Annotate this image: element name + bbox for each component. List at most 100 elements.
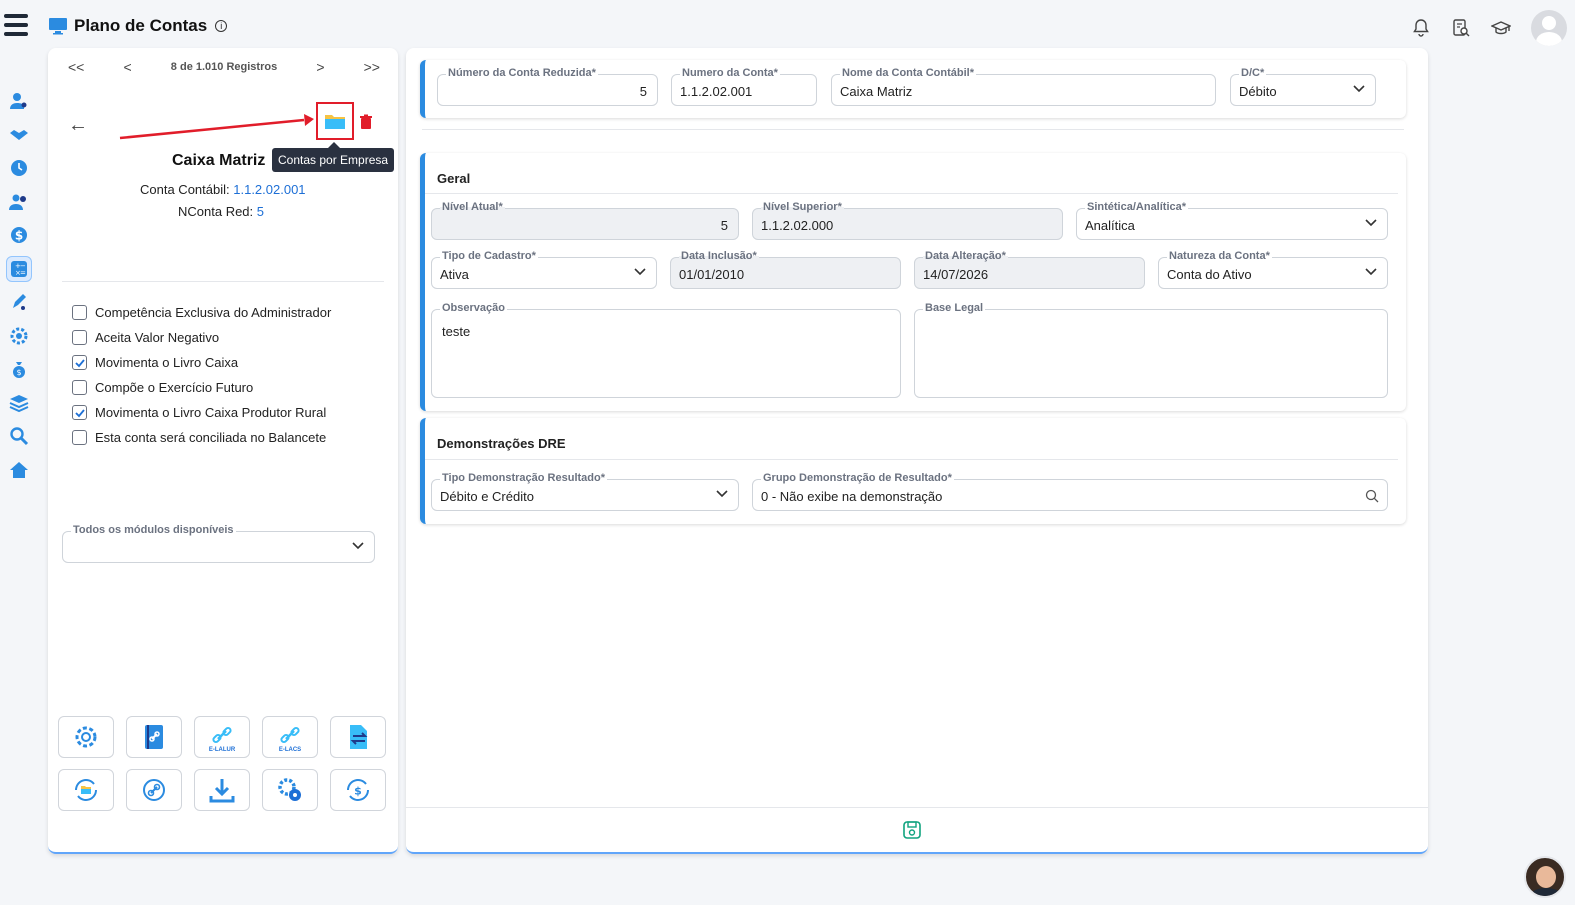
data-inclusao-label: Data Inclusão* [679,250,759,262]
menu-icon[interactable] [4,14,28,40]
conta-reduzida-label: Número da Conta Reduzida* [446,67,598,79]
base-legal-textarea[interactable]: Base Legal [914,302,1388,398]
modules-select[interactable]: Todos os módulos disponíveis [62,524,375,563]
user-avatar[interactable] [1531,10,1567,46]
svg-text:$: $ [15,229,23,243]
save-icon[interactable] [902,820,922,840]
dollar-sync-tool-button[interactable]: $ [330,769,386,811]
pen-icon[interactable] [6,289,32,315]
delete-trash-icon[interactable] [358,114,374,130]
dollar-icon[interactable]: $ [6,222,32,248]
option-checkbox-row[interactable]: Movimenta o Livro Caixa [72,350,331,375]
dre-title: Demonstrações DRE [437,436,566,451]
money-bag-icon[interactable]: $ [6,356,32,382]
sintetica-analitica-select[interactable]: Sintética/Analítica* Analítica [1076,201,1388,240]
file-transfer-tool-button[interactable] [330,716,386,758]
option-checkbox-row[interactable]: Compõe o Exercício Futuro [72,375,331,400]
back-arrow-icon[interactable]: ← [68,114,88,137]
layers-icon[interactable] [6,390,32,416]
nivel-atual-value: 5 [720,218,728,233]
tipo-demonstracao-select[interactable]: Tipo Demonstração Resultado* Débito e Cr… [431,472,739,511]
numero-conta-field[interactable]: Numero da Conta* 1.1.2.02.001 [671,67,817,106]
option-checkbox-row[interactable]: Aceita Valor Negativo [72,325,331,350]
account-summary-panel: << < 8 de 1.010 Registros > >> ← Caixa M… [48,48,398,854]
folder-icon [325,115,345,129]
modules-select-label: Todos os módulos disponíveis [71,524,236,536]
link-sync-tool-button[interactable] [126,769,182,811]
checkbox[interactable] [72,305,87,320]
last-record-button[interactable]: >> [364,59,380,75]
tipo-demonstracao-value: Débito e Crédito [440,489,534,504]
e-lacs-tool-button[interactable]: E-LACS [262,716,318,758]
nivel-atual-label: Nível Atual* [440,201,505,213]
page-title: Plano de Contas [74,16,208,35]
users-icon[interactable] [6,189,32,215]
download-tool-button[interactable] [194,769,250,811]
option-checkbox-row[interactable]: Competência Exclusiva do Administrador [72,300,331,325]
svg-text:$: $ [16,368,21,377]
next-record-button[interactable]: > [316,59,324,75]
bell-icon[interactable] [1411,18,1431,38]
divider [62,281,384,282]
gears-tool-button[interactable] [262,769,318,811]
tipo-cadastro-select[interactable]: Tipo de Cadastro* Ativa [431,250,657,289]
checkbox[interactable] [72,380,87,395]
observacao-value: teste [442,324,471,339]
user-settings-icon[interactable] [6,88,32,114]
gears-icon [278,778,301,801]
first-record-button[interactable]: << [68,59,84,75]
checkbox[interactable] [72,355,87,370]
conta-reduzida-value: 5 [639,84,647,99]
grupo-demonstracao-lookup[interactable]: Grupo Demonstração de Resultado* 0 - Não… [752,472,1388,511]
account-identification-card: Número da Conta Reduzida* 5 Numero da Co… [420,60,1406,118]
data-inclusao-value: 01/01/2010 [679,267,745,282]
search-icon[interactable] [6,423,32,449]
info-icon[interactable]: i [215,20,228,32]
conta-reduzida-field[interactable]: Número da Conta Reduzida* 5 [437,67,658,106]
natureza-conta-select[interactable]: Natureza da Conta* Conta do Ativo [1158,250,1388,289]
link-sync-icon [143,779,165,801]
graduation-cap-icon[interactable] [1491,18,1511,38]
conta-contabil-label: Conta Contábil: [140,182,230,197]
sintetica-analitica-value: Analítica [1085,218,1135,233]
observacao-textarea[interactable]: Observação teste [431,302,901,398]
document-search-icon[interactable] [1451,18,1471,38]
nconta-red-line: NConta Red: 5 [178,204,264,219]
settings-tool-button[interactable] [58,716,114,758]
nome-conta-field[interactable]: Nome da Conta Contábil* Caixa Matriz [831,67,1216,106]
search-icon[interactable] [1365,489,1379,503]
natureza-conta-label: Natureza da Conta* [1167,250,1272,262]
chevron-down-icon [1365,219,1377,227]
account-options-list: Competência Exclusiva do Administrador Ac… [72,300,331,450]
nconta-red-label: NConta Red: [178,204,254,219]
clock-icon[interactable] [6,155,32,181]
monitor-icon [49,18,67,35]
calculator-icon[interactable]: + − × = [6,255,32,282]
checkbox[interactable] [72,330,87,345]
dc-select-value: Débito [1239,84,1277,99]
book-link-icon [145,725,163,749]
account-form-panel: Número da Conta Reduzida* 5 Numero da Co… [406,48,1428,854]
top-right-actions [1411,10,1567,46]
home-icon[interactable] [6,457,32,483]
account-name: Caixa Matriz [172,152,266,169]
dc-select[interactable]: D/C* Débito [1230,67,1376,106]
checkbox[interactable] [72,430,87,445]
e-lalur-label: E-LALUR [208,747,236,753]
tipo-demonstracao-label: Tipo Demonstração Resultado* [440,472,607,484]
grupo-demonstracao-value: 0 - Não exibe na demonstração [761,489,943,504]
assistant-avatar[interactable] [1524,856,1566,898]
previous-record-button[interactable]: < [123,59,131,75]
tipo-cadastro-value: Ativa [440,267,469,282]
folder-sync-tool-button[interactable] [58,769,114,811]
option-checkbox-row[interactable]: Movimenta o Livro Caixa Produtor Rural [72,400,331,425]
gears-icon[interactable] [6,323,32,349]
e-lalur-tool-button[interactable]: E-LALUR [194,716,250,758]
handshake-icon[interactable] [6,122,32,148]
record-pager: << < 8 de 1.010 Registros > >> [68,56,380,78]
book-link-tool-button[interactable] [126,716,182,758]
checkbox[interactable] [72,405,87,420]
chevron-down-icon [1353,85,1365,93]
option-checkbox-row[interactable]: Esta conta será conciliada no Balancete [72,425,331,450]
contas-por-empresa-button[interactable] [316,102,354,140]
